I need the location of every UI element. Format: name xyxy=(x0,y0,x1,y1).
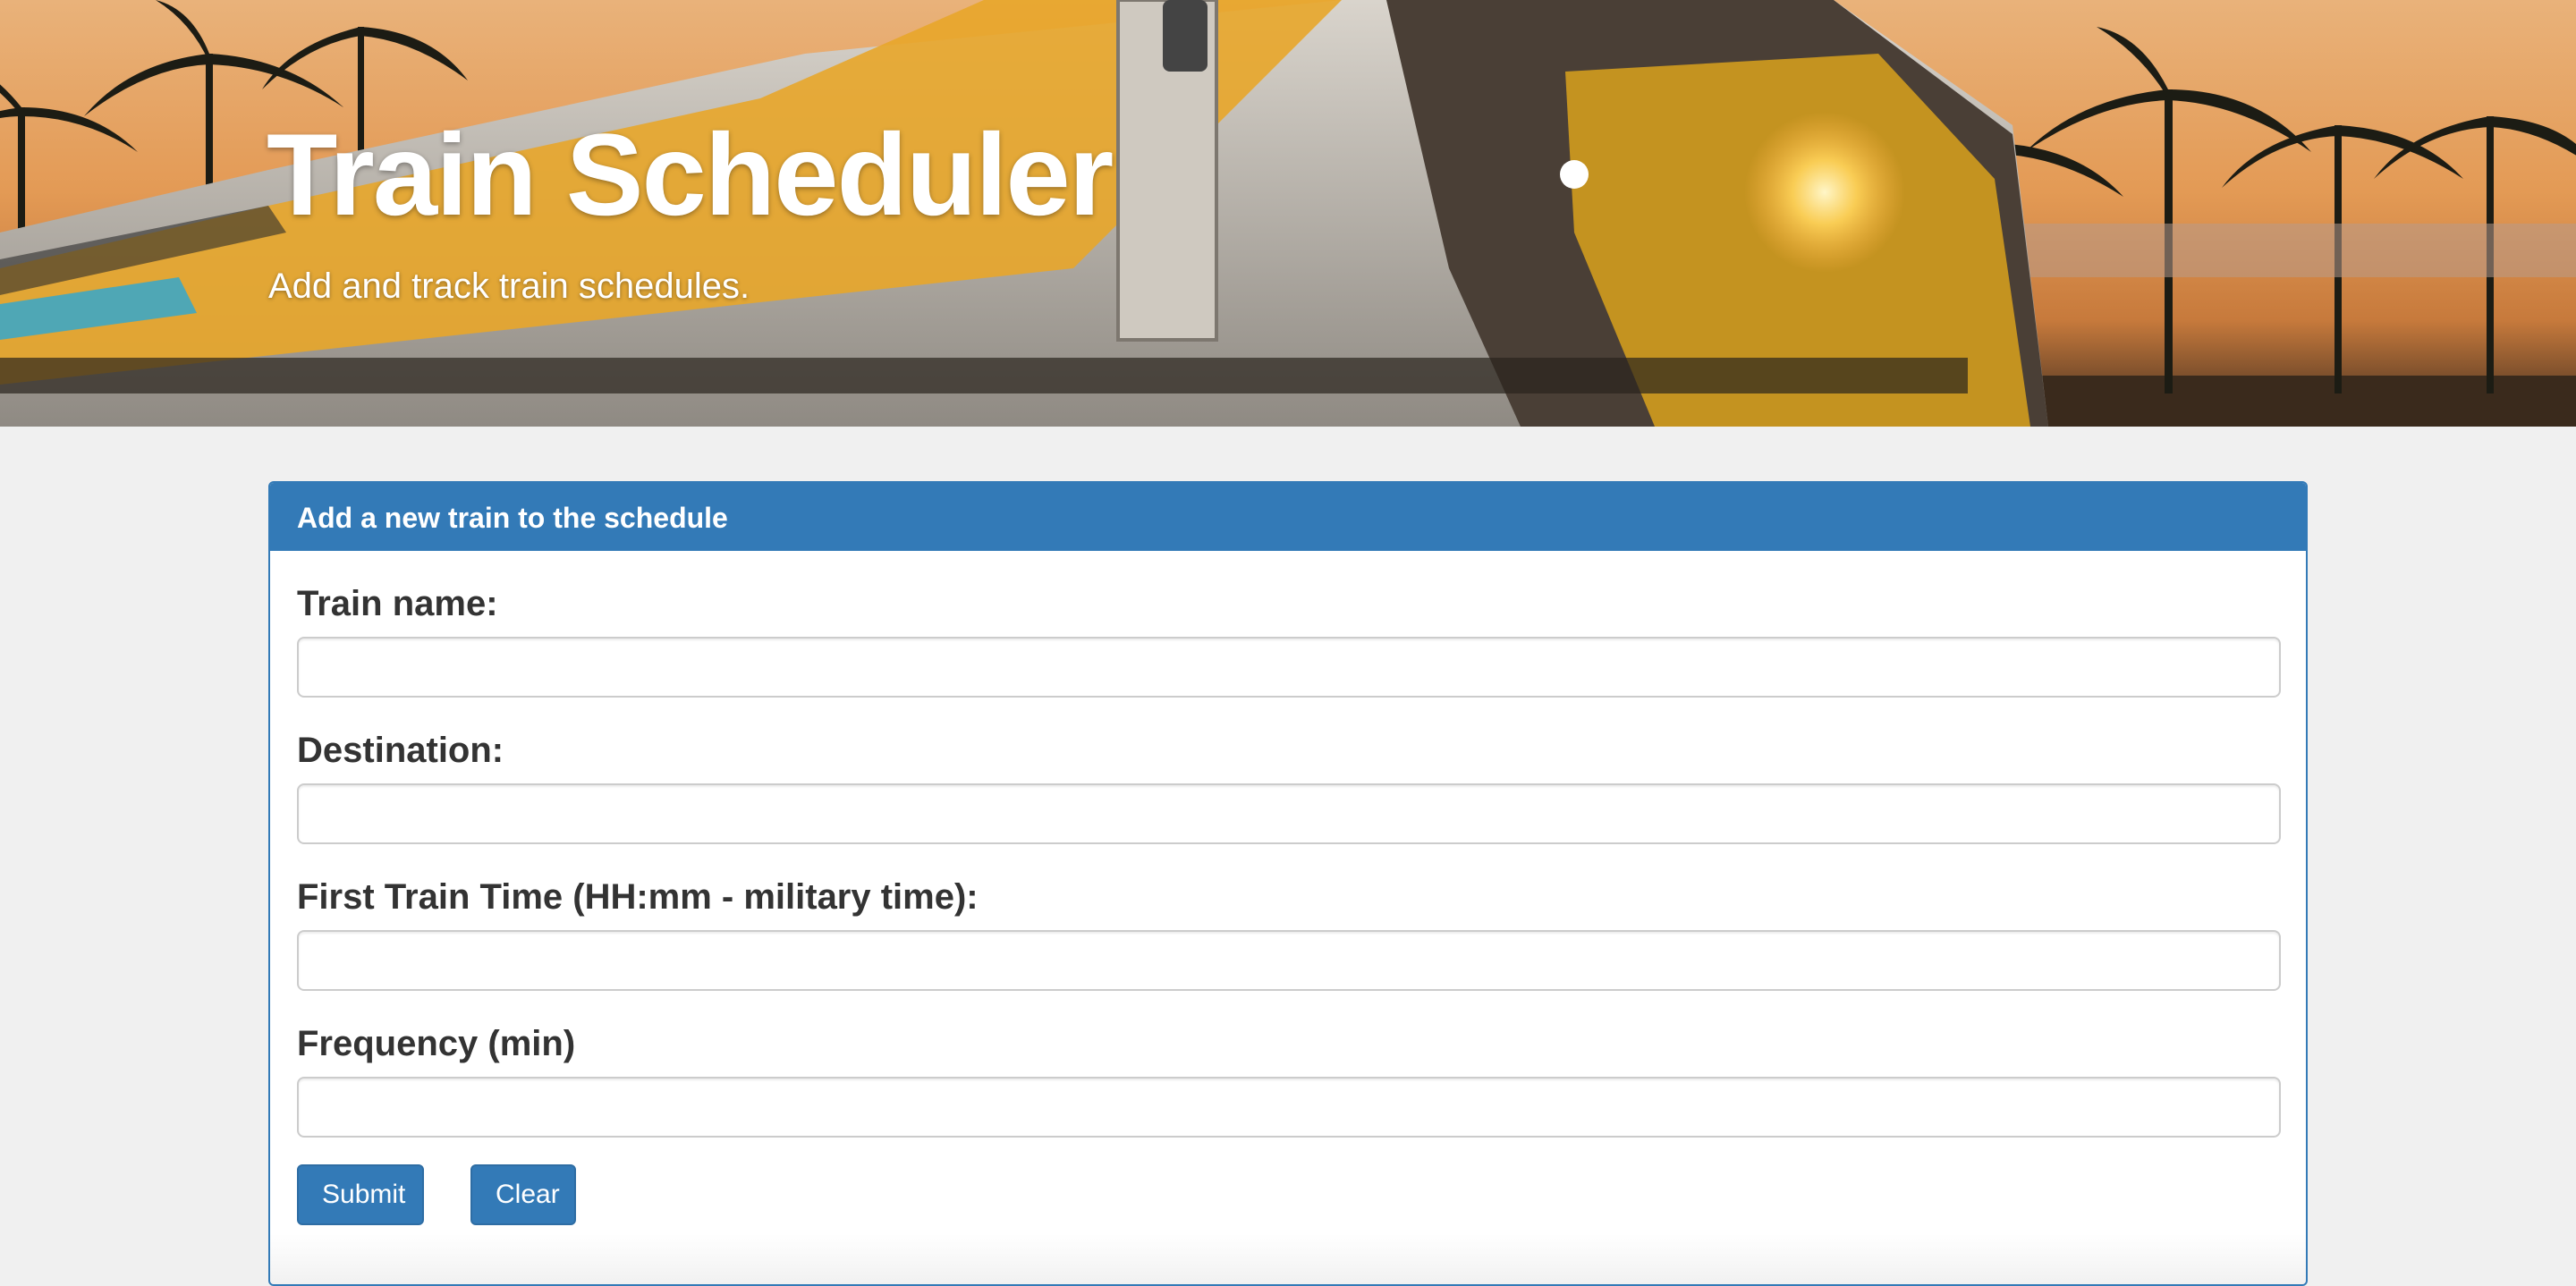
submit-button[interactable]: Submit xyxy=(297,1164,424,1225)
destination-label: Destination: xyxy=(297,731,504,770)
train-name-input[interactable] xyxy=(297,637,2281,698)
hero-banner: Train Scheduler Add and track train sche… xyxy=(0,0,2576,427)
train-name-group: Train name: xyxy=(297,583,2281,698)
train-name-label: Train name: xyxy=(297,584,498,623)
clear-button[interactable]: Clear xyxy=(470,1164,576,1225)
first-train-time-label: First Train Time (HH:mm - military time)… xyxy=(297,877,979,917)
frequency-group: Frequency (min) xyxy=(297,1023,2281,1138)
destination-input[interactable] xyxy=(297,783,2281,844)
panel-bottom-shadow xyxy=(270,1234,2306,1284)
page-subtitle: Add and track train schedules. xyxy=(268,267,750,306)
first-train-time-input[interactable] xyxy=(297,930,2281,991)
first-train-time-group: First Train Time (HH:mm - military time)… xyxy=(297,876,2281,991)
panel-heading: Add a new train to the schedule xyxy=(270,483,2306,551)
frequency-label: Frequency (min) xyxy=(297,1024,576,1063)
frequency-input[interactable] xyxy=(297,1077,2281,1138)
add-train-panel: Add a new train to the schedule Train na… xyxy=(268,481,2308,1286)
page-title: Train Scheduler xyxy=(267,109,1114,240)
destination-group: Destination: xyxy=(297,730,2281,844)
